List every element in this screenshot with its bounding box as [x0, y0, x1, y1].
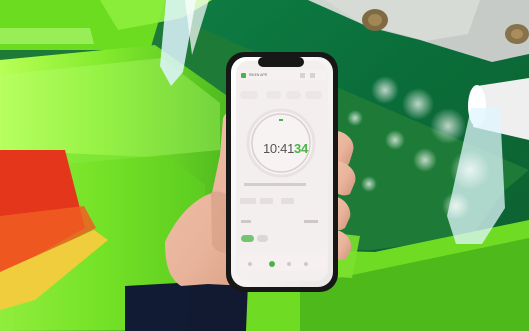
app-logo-icon [241, 73, 246, 78]
play-icon [269, 261, 275, 267]
home-icon [304, 262, 308, 266]
scene-illustration [0, 0, 529, 331]
photo-frame: RIKEN APR 10:4134 [0, 0, 529, 331]
